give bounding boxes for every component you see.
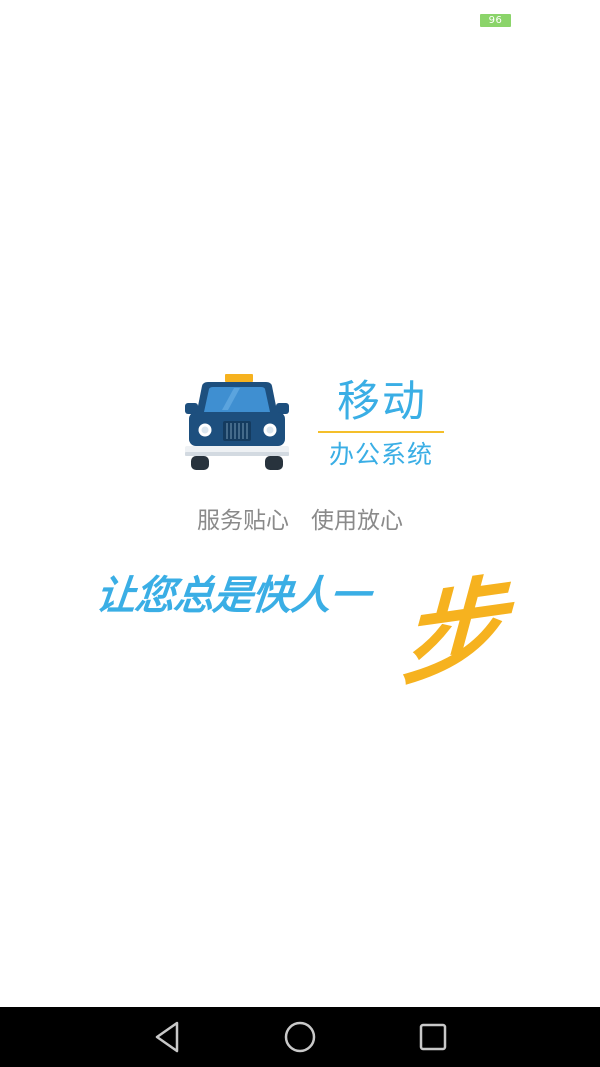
tagline: 服务贴心 使用放心 [197,508,403,534]
recents-square-icon [419,1023,447,1051]
brand-divider [318,431,444,433]
recents-button[interactable] [409,1017,457,1057]
home-circle-icon [284,1021,316,1053]
slogan-text: 让您总是快人一 [93,573,372,619]
brand-subtitle: 办公系统 [328,440,433,469]
back-triangle-icon [155,1021,179,1053]
navigation-bar [0,1007,600,1067]
slogan-accent-character: 步 [399,562,507,702]
taxi-car-icon [185,374,289,470]
splash-screen: 移动 办公系统 服务贴心 使用放心 让您总是快人一 步 [0,0,600,1007]
brand-title: 移动 [337,377,427,427]
home-button[interactable] [276,1017,324,1057]
back-button[interactable] [143,1017,191,1057]
